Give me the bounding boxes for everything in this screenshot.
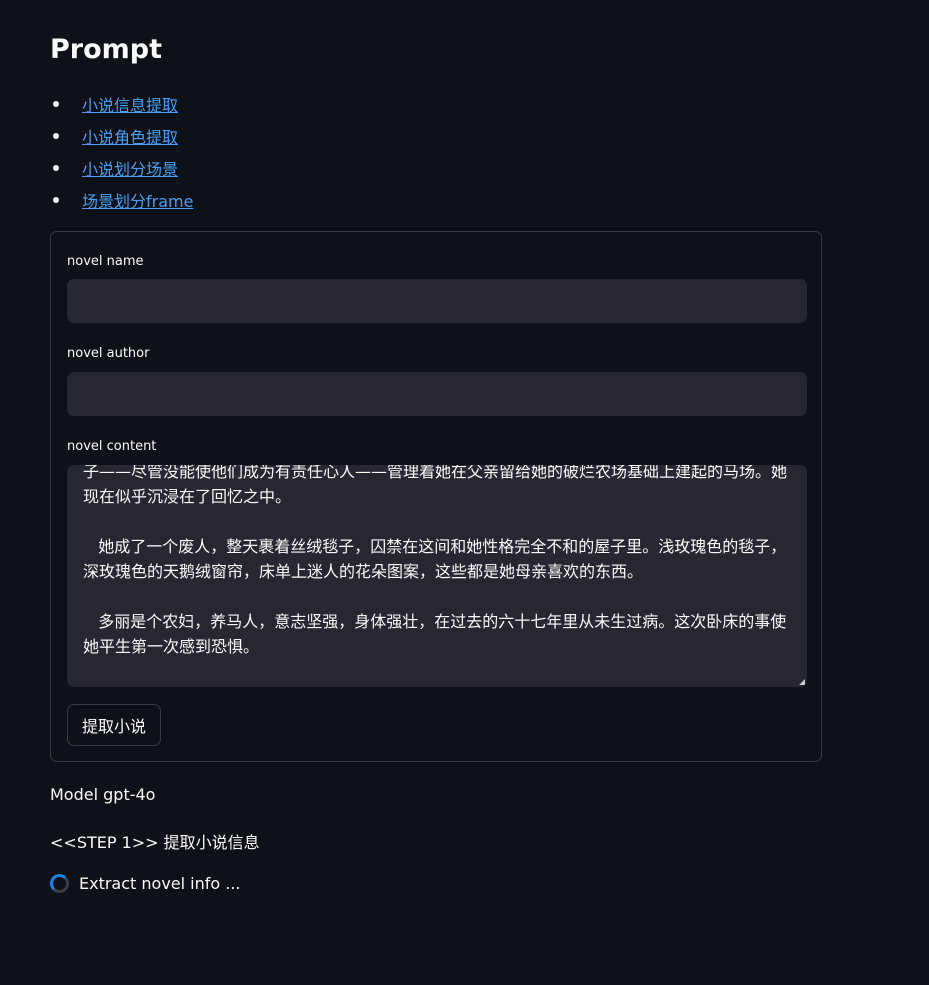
novel-name-input[interactable]: [67, 279, 807, 323]
progress-indicator: Extract novel info ...: [50, 874, 241, 893]
step-label: <<STEP 1>> 提取小说信息: [50, 833, 260, 852]
extract-novel-button[interactable]: 提取小说: [67, 704, 162, 746]
link-novel-scene-split[interactable]: 小说划分场景: [82, 156, 178, 180]
progress-text: Extract novel info ...: [79, 874, 241, 893]
bullet-icon: [53, 165, 59, 171]
novel-form: novel name novel author novel content 子—…: [50, 231, 822, 762]
link-scene-frame-split[interactable]: 场景划分frame: [82, 188, 193, 212]
model-label: Model gpt-4o: [50, 785, 156, 804]
novel-content-textarea[interactable]: 子——尽管没能使他们成为有责任心人——管理着她在父亲留给她的破烂农场基础上建起的…: [67, 465, 807, 687]
list-item: 小说角色提取: [50, 120, 193, 152]
spinner-icon: [50, 874, 69, 893]
app-page: Prompt 小说信息提取 小说角色提取 小说划分场景 场景划分frame no…: [0, 0, 929, 985]
list-item: 小说信息提取: [50, 88, 193, 120]
novel-content-label: novel content: [67, 439, 157, 454]
bullet-icon: [53, 133, 59, 139]
link-novel-character-extract[interactable]: 小说角色提取: [82, 124, 178, 148]
resize-handle-icon[interactable]: [799, 679, 805, 685]
bullet-icon: [53, 101, 59, 107]
list-item: 场景划分frame: [50, 184, 193, 216]
page-title: Prompt: [50, 34, 163, 65]
novel-name-label: novel name: [67, 254, 144, 269]
bullet-icon: [53, 197, 59, 203]
link-novel-info-extract[interactable]: 小说信息提取: [82, 92, 178, 116]
prompt-link-list: 小说信息提取 小说角色提取 小说划分场景 场景划分frame: [50, 88, 193, 216]
list-item: 小说划分场景: [50, 152, 193, 184]
novel-content-text: 子——尽管没能使他们成为有责任心人——管理着她在父亲留给她的破烂农场基础上建起的…: [83, 465, 788, 656]
novel-author-label: novel author: [67, 346, 150, 361]
novel-author-input[interactable]: [67, 372, 807, 416]
